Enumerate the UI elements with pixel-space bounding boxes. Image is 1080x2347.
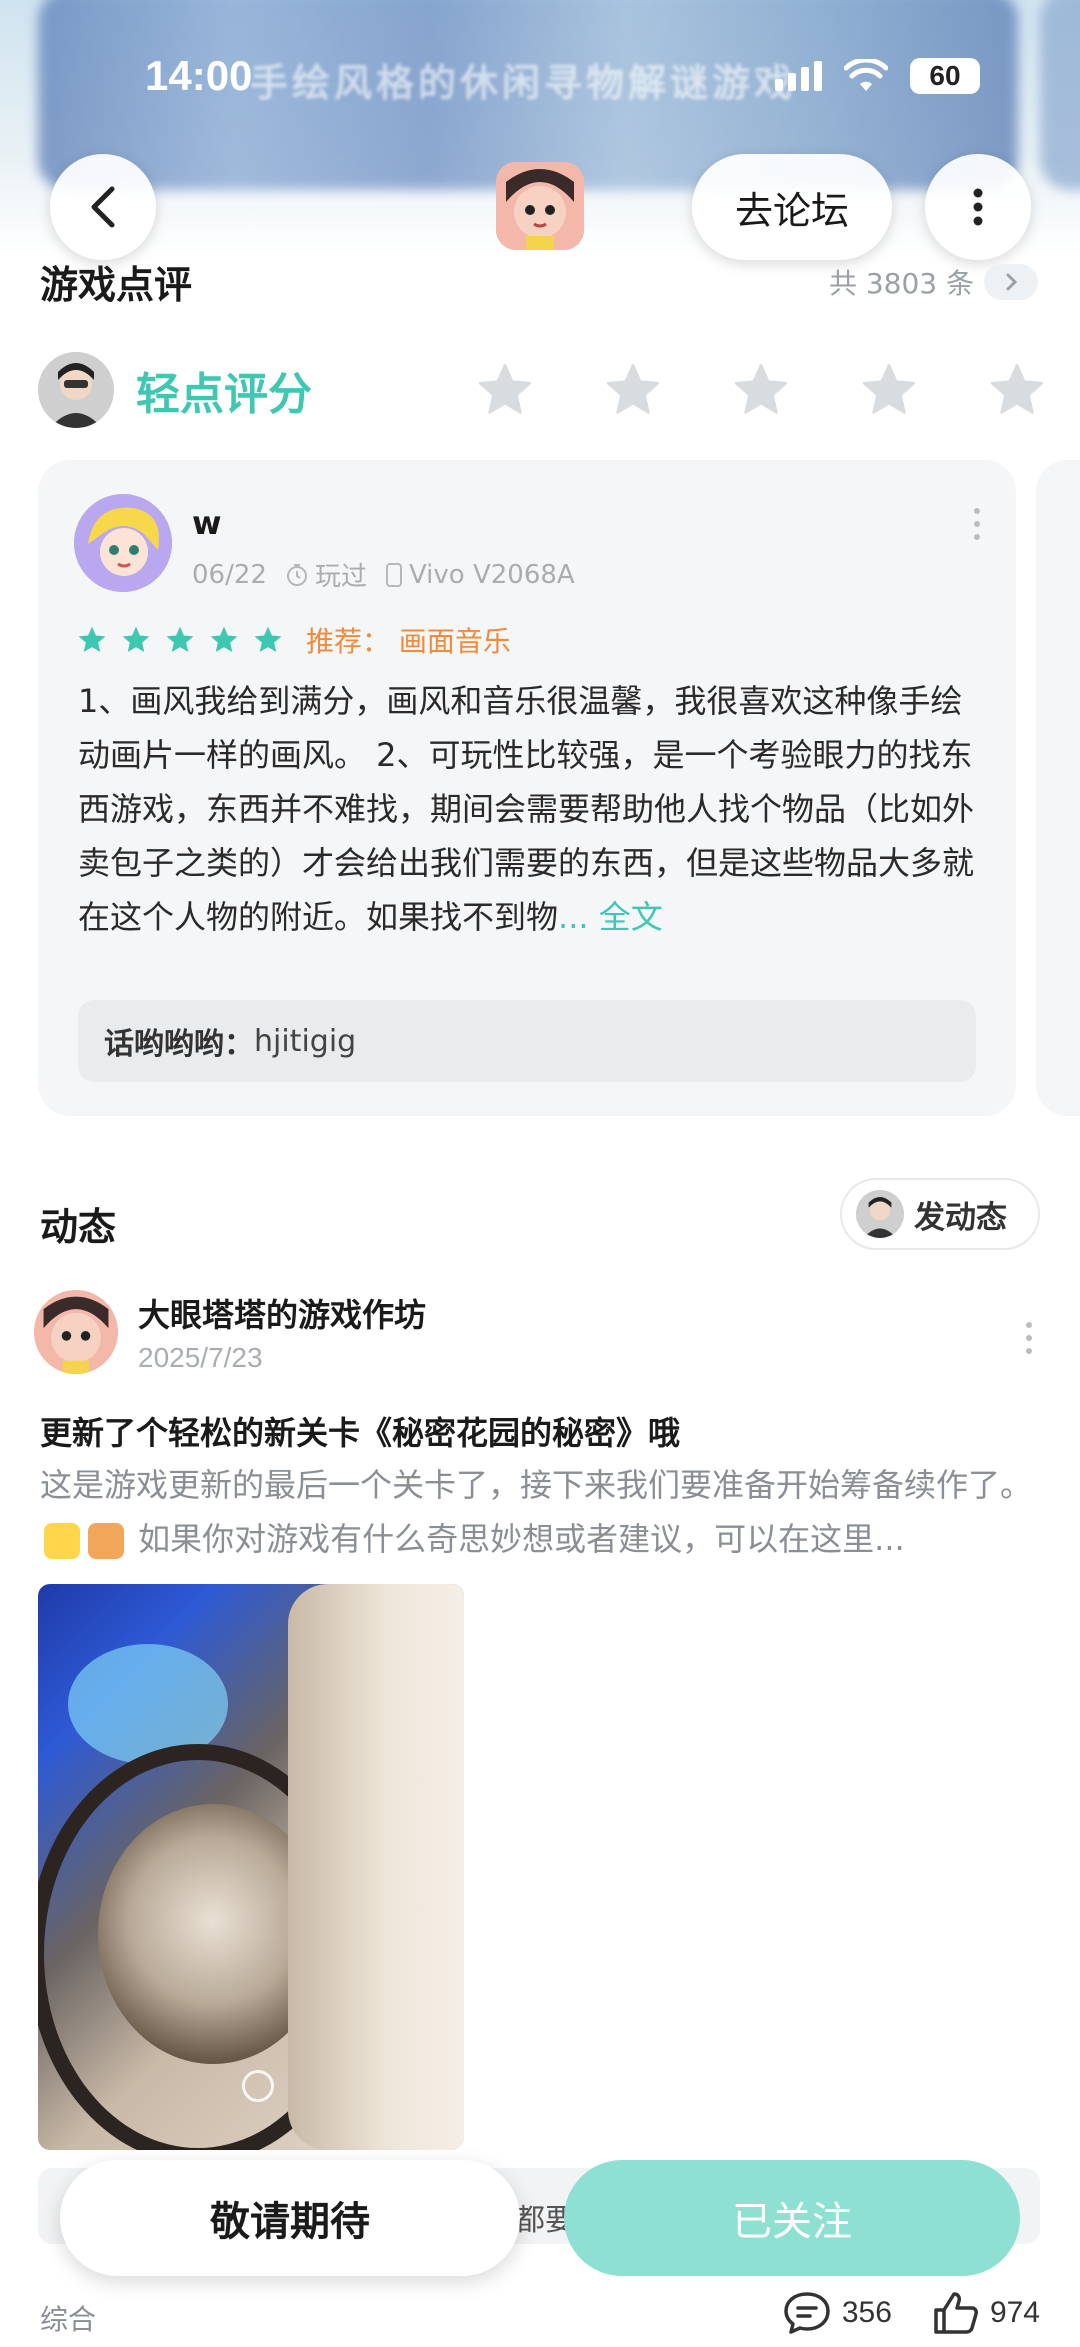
wifi-icon (844, 59, 888, 91)
review-card[interactable]: w 06/22 玩过 Vivo V2068A 推荐： 画面音乐 1、画风我给到满… (38, 460, 1016, 1116)
post-update-button[interactable]: 发动态 (840, 1178, 1040, 1250)
read-more-link[interactable]: ... 全文 (558, 898, 663, 936)
status-time: 14:00 (145, 52, 253, 99)
star-4-button[interactable] (858, 360, 920, 420)
back-button[interactable] (50, 154, 156, 260)
star-1-button[interactable] (474, 360, 536, 420)
star-filled-icon (254, 626, 282, 652)
like-count: 974 (989, 2296, 1040, 2329)
tap-to-rate-label: 轻点评分 (136, 369, 312, 420)
live-photo-icon (242, 2070, 274, 2102)
tab-comprehensive[interactable]: 综合 (40, 2298, 96, 2338)
coming-soon-button[interactable]: 敬请期待 (60, 2160, 520, 2276)
post-date: 2025/7/23 (138, 1342, 263, 1373)
phone-icon (385, 562, 402, 587)
reviewer-avatar[interactable] (74, 494, 172, 592)
post-body-text-1: 这是游戏更新的最后一个关卡了，接下来我们要准备开始筹备续作了。 (40, 1466, 1033, 1504)
review-count: 共 3803 条 (828, 267, 974, 300)
post-title[interactable]: 更新了个轻松的新关卡《秘密花园的秘密》哦 (40, 1408, 680, 1454)
banner-image-next (1040, 0, 1080, 190)
game-logo (496, 162, 584, 250)
review-reply[interactable]: 话哟哟哟： hjitigig (78, 1000, 976, 1082)
played-label: 玩过 (314, 562, 367, 592)
review-rating: 推荐： 画面音乐 (76, 620, 511, 660)
post-body[interactable]: 这是游戏更新的最后一个关卡了，接下来我们要准备开始筹备续作了。 如果你对游戏有什… (40, 1458, 1040, 1566)
chevron-right-icon (984, 264, 1038, 300)
more-vertical-icon (973, 188, 983, 226)
bird-emoji-icon (44, 1523, 80, 1559)
star-filled-icon (122, 626, 150, 652)
reply-author: 话哟哟哟： (104, 1027, 254, 1062)
star-3-button[interactable] (730, 360, 792, 420)
banner-title: 手绘风格的休闲寻物解谜游戏 (250, 61, 797, 105)
star-filled-icon (166, 626, 194, 652)
my-avatar (38, 352, 114, 428)
review-date: 06/22 (192, 559, 267, 590)
tiger-emoji-icon (88, 1523, 124, 1559)
recommend-tags: 推荐： 画面音乐 (306, 625, 511, 658)
review-meta: 06/22 玩过 Vivo V2068A (192, 556, 575, 593)
comment-icon (784, 2292, 830, 2334)
more-button[interactable] (925, 154, 1031, 260)
review-body: 1、画风我给到满分，画风和音乐很温馨，我很喜欢这种像手绘动画片一样的画风。 2、… (78, 682, 975, 936)
post-body-text-2: 如果你对游戏有什么奇思妙想或者建议，可以在这里... (138, 1520, 905, 1558)
post-actions: 356 974 (782, 2290, 1040, 2336)
post-image[interactable] (38, 1584, 464, 2150)
review-count-link[interactable]: 共 3803 条 (829, 262, 1038, 302)
my-avatar-small (856, 1190, 904, 1238)
star-5-button[interactable] (986, 360, 1048, 420)
review-more-icon[interactable] (974, 508, 980, 540)
comment-count: 356 (841, 2296, 892, 2329)
signal-icon (775, 61, 822, 91)
feed-section-title: 动态 (40, 1205, 117, 1249)
status-icons: 60 (775, 58, 980, 94)
rating-stars (474, 360, 1048, 420)
author-name[interactable]: 大眼塔塔的游戏作坊 (138, 1290, 426, 1336)
thumbs-up-icon (934, 2292, 978, 2334)
next-review-card[interactable] (1036, 460, 1080, 1116)
like-button[interactable]: 974 (932, 2290, 1040, 2336)
author-avatar[interactable] (34, 1290, 118, 1374)
reviews-section-title: 游戏点评 (40, 263, 193, 307)
post-more-icon[interactable] (1026, 1322, 1032, 1354)
reviewer-name: w (192, 504, 222, 542)
tap-to-rate-row: 轻点评分 (38, 352, 1048, 428)
star-2-button[interactable] (602, 360, 664, 420)
timer-icon (286, 563, 307, 586)
device-label: Vivo V2068A (408, 559, 575, 590)
review-text: 1、画风我给到满分，画风和音乐很温馨，我很喜欢这种像手绘动画片一样的画风。 2、… (78, 674, 978, 944)
chevron-left-icon (91, 186, 115, 228)
post-update-label: 发动态 (914, 1199, 1007, 1236)
star-filled-icon (78, 626, 106, 652)
reply-text: hjitigig (254, 1023, 357, 1059)
comment-button[interactable]: 356 (782, 2290, 892, 2336)
following-button[interactable]: 已关注 (564, 2160, 1020, 2276)
battery-icon: 60 (910, 58, 980, 94)
forum-button[interactable]: 去论坛 (692, 154, 892, 260)
star-filled-icon (210, 626, 238, 652)
